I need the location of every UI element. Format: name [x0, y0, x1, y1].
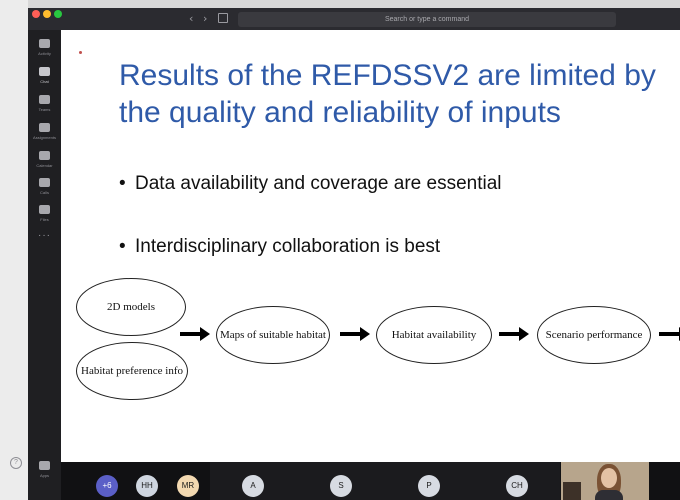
search-input[interactable]: Search or type a command: [238, 12, 616, 27]
appbar-item-apps[interactable]: Apps: [28, 458, 61, 486]
participant-avatar[interactable]: CH: [506, 475, 528, 497]
bell-icon: [39, 39, 50, 48]
flow-node-2d-models: 2D models: [76, 278, 186, 336]
flow-node-availability: Habitat availability: [376, 306, 492, 364]
flow-arrow-icon: [659, 327, 680, 341]
participant-avatar[interactable]: HH: [136, 475, 158, 497]
video-person: [595, 490, 623, 500]
appbar-item-label: Chat: [40, 79, 49, 84]
forward-arrow-icon[interactable]: ›: [203, 12, 207, 25]
back-arrow-icon[interactable]: ‹: [189, 12, 193, 25]
slide-bullet: • Interdisciplinary collaboration is best: [119, 236, 440, 258]
participants-overflow-badge[interactable]: +6: [96, 475, 118, 497]
bullet-mark: •: [119, 173, 126, 194]
window-controls: [32, 8, 80, 22]
participant-avatar[interactable]: P: [418, 475, 440, 497]
appbar-item-teams[interactable]: Teams: [28, 92, 61, 120]
appbar-item-activity[interactable]: Activity: [28, 36, 61, 64]
appbar-item-label: Calendar: [36, 163, 53, 168]
appbar-item-assignments[interactable]: Assignments: [28, 120, 61, 148]
compose-icon[interactable]: [218, 13, 228, 23]
shared-slide: Results of the REFDSSV2 are limited by t…: [61, 30, 680, 462]
close-window-button[interactable]: [32, 10, 40, 18]
chat-icon: [39, 67, 50, 76]
flow-node-scenario: Scenario performance: [537, 306, 651, 364]
appbar-item-label: Assignments: [33, 135, 56, 140]
appbar-item-label: Files: [40, 217, 49, 222]
assignments-icon: [39, 123, 50, 132]
files-icon: [39, 205, 50, 214]
appbar-item-label: Teams: [38, 107, 51, 112]
slide-decoration-dot: [79, 51, 82, 54]
maximize-window-button[interactable]: [54, 10, 62, 18]
flow-arrow-icon: [340, 327, 370, 341]
slide-title: Results of the REFDSSV2 are limited by t…: [119, 59, 656, 129]
phone-icon: [39, 178, 50, 187]
video-person: [601, 468, 617, 488]
flow-node-maps: Maps of suitable habitat: [216, 306, 330, 364]
calendar-icon: [39, 151, 50, 160]
flow-arrow-icon: [499, 327, 529, 341]
participant-video[interactable]: [561, 462, 649, 500]
appbar-item-calendar[interactable]: Calendar: [28, 148, 61, 176]
bullet-text: Data availability and coverage are essen…: [135, 173, 502, 194]
appbar-item-label: Apps: [39, 473, 50, 478]
desktop-edge-left: [0, 0, 28, 500]
slide-bullet: • Data availability and coverage are esse…: [119, 173, 502, 195]
participant-avatar[interactable]: MR: [177, 475, 199, 497]
participant-avatar[interactable]: A: [242, 475, 264, 497]
app-bar: Activity Chat Teams Assignments Calendar…: [28, 30, 61, 500]
appbar-item-chat[interactable]: Chat: [28, 64, 61, 92]
flow-node-habitat-preference: Habitat preference info: [76, 342, 188, 400]
more-apps-icon[interactable]: ···: [28, 230, 61, 241]
appbar-item-calls[interactable]: Calls: [28, 175, 61, 203]
appbar-item-label: Activity: [38, 51, 51, 56]
appbar-item-label: Calls: [40, 190, 49, 195]
bullet-text: Interdisciplinary collaboration is best: [135, 236, 441, 257]
apps-icon: [39, 461, 50, 470]
desktop-edge-top: [0, 0, 680, 8]
help-icon[interactable]: ?: [10, 457, 22, 469]
appbar-item-files[interactable]: Files: [28, 202, 61, 230]
bullet-mark: •: [119, 236, 126, 257]
video-background: [563, 482, 581, 500]
teams-icon: [39, 95, 50, 104]
flow-arrow-icon: [180, 327, 210, 341]
participant-avatar[interactable]: S: [330, 475, 352, 497]
minimize-window-button[interactable]: [43, 10, 51, 18]
